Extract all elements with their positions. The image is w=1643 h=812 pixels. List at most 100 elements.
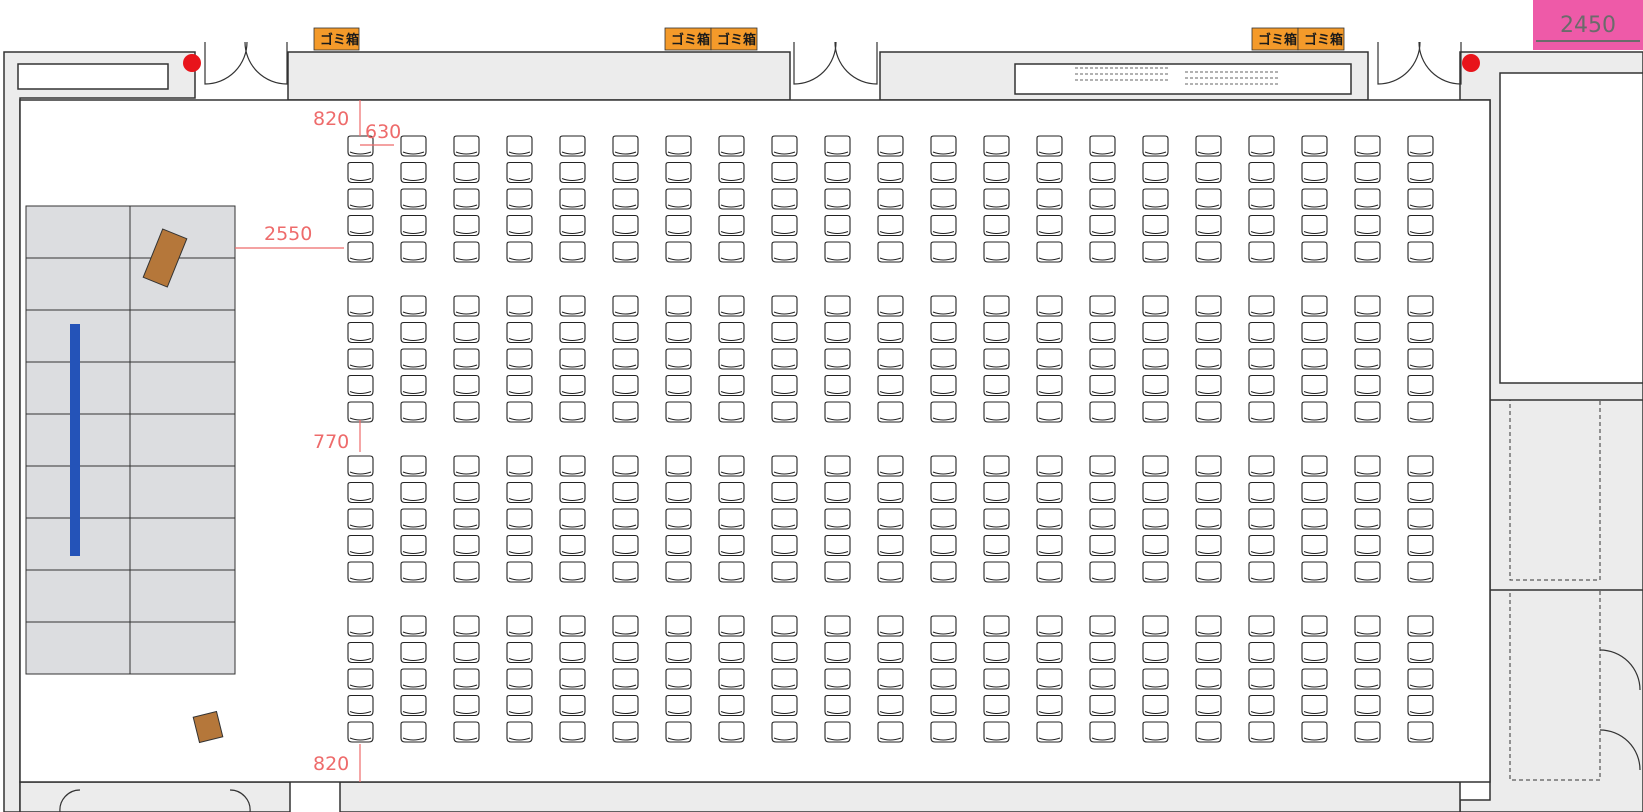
chair-icon [877,161,904,184]
chair-icon [877,374,904,397]
chair-icon [1407,135,1434,157]
chair-icon [824,455,851,477]
chair-icon [1089,481,1116,504]
chair-icon [400,721,427,743]
chair-icon [612,668,639,690]
chair-icon [930,135,957,157]
chair-icon [930,348,957,370]
chair-icon [877,721,904,743]
chair-icon [1407,214,1434,237]
chair-icon [1354,348,1381,370]
chair-icon [347,694,374,717]
chair-icon [506,561,533,583]
chair-icon [1036,295,1063,317]
chair-icon [506,374,533,397]
chair-icon [718,534,745,557]
chair-icon [983,401,1010,423]
chair-icon [930,508,957,530]
chair-icon [347,241,374,263]
chair-icon [400,455,427,477]
chair-icon [1301,721,1328,743]
chair-icon [1248,721,1275,743]
chair-icon [1195,641,1222,664]
chair-icon [877,401,904,423]
chair-icon [1301,508,1328,530]
chair-icon [453,374,480,397]
chair-icon [718,401,745,423]
chair-icon [1036,668,1063,690]
chair-icon [718,668,745,690]
chair-icon [1301,668,1328,690]
chair-icon [824,348,851,370]
chair-icon [1248,188,1275,210]
chair-icon [506,214,533,237]
chair-icon [506,161,533,184]
chair-icon [824,534,851,557]
chair-icon [347,374,374,397]
chair-icon [400,295,427,317]
chair-icon [400,694,427,717]
chair-icon [1036,135,1063,157]
chair-icon [1142,188,1169,210]
chair-icon [665,401,692,423]
chair-icon [930,374,957,397]
trash-bin-label: ゴミ箱 [717,32,756,48]
chair-icon [400,401,427,423]
chair-icon [1301,641,1328,664]
chair-icon [1089,534,1116,557]
chair-icon [771,694,798,717]
chair-icon [1301,374,1328,397]
chair-icon [1089,188,1116,210]
chair-icon [718,161,745,184]
chair-icon [400,188,427,210]
chair-icon [877,135,904,157]
chair-icon [559,694,586,717]
chair-icon [1142,641,1169,664]
chair-icon [506,694,533,717]
chair-icon [824,214,851,237]
banner [70,324,80,556]
chair-icon [400,668,427,690]
chair-icon [665,241,692,263]
chair-icon [1195,135,1222,157]
chair-icon [612,615,639,637]
chair-icon [506,348,533,370]
chair-icon [453,295,480,317]
chair-icon [612,641,639,664]
chair-icon [1036,694,1063,717]
dimension-label: 820 [313,753,349,775]
chair-icon [453,321,480,344]
chair-icon [1301,241,1328,263]
chair-icon [1195,321,1222,344]
chair-icon [1248,668,1275,690]
chair-icon [1407,321,1434,344]
chair-icon [612,348,639,370]
chair-icon [347,214,374,237]
chair-icon [1354,455,1381,477]
chair-icon [453,534,480,557]
red-dot-icon [183,54,201,72]
chair-icon [347,401,374,423]
chair-icon [771,534,798,557]
chair-icon [930,321,957,344]
chair-icon [1142,615,1169,637]
chair-icon [1036,241,1063,263]
chair-icon [612,455,639,477]
chair-icon [1142,694,1169,717]
chair-icon [665,321,692,344]
chair-icon [1089,721,1116,743]
chair-icon [453,481,480,504]
chair-icon [718,561,745,583]
chair-icon [1248,214,1275,237]
chair-icon [771,135,798,157]
chair-icon [1407,481,1434,504]
stage [25,205,236,675]
chair-icon [1142,161,1169,184]
chair-icon [718,641,745,664]
chair-icon [1248,641,1275,664]
chair-icon [400,241,427,263]
chair-icon [718,721,745,743]
chair-icon [1354,214,1381,237]
chair-icon [1089,295,1116,317]
chair-icon [930,188,957,210]
